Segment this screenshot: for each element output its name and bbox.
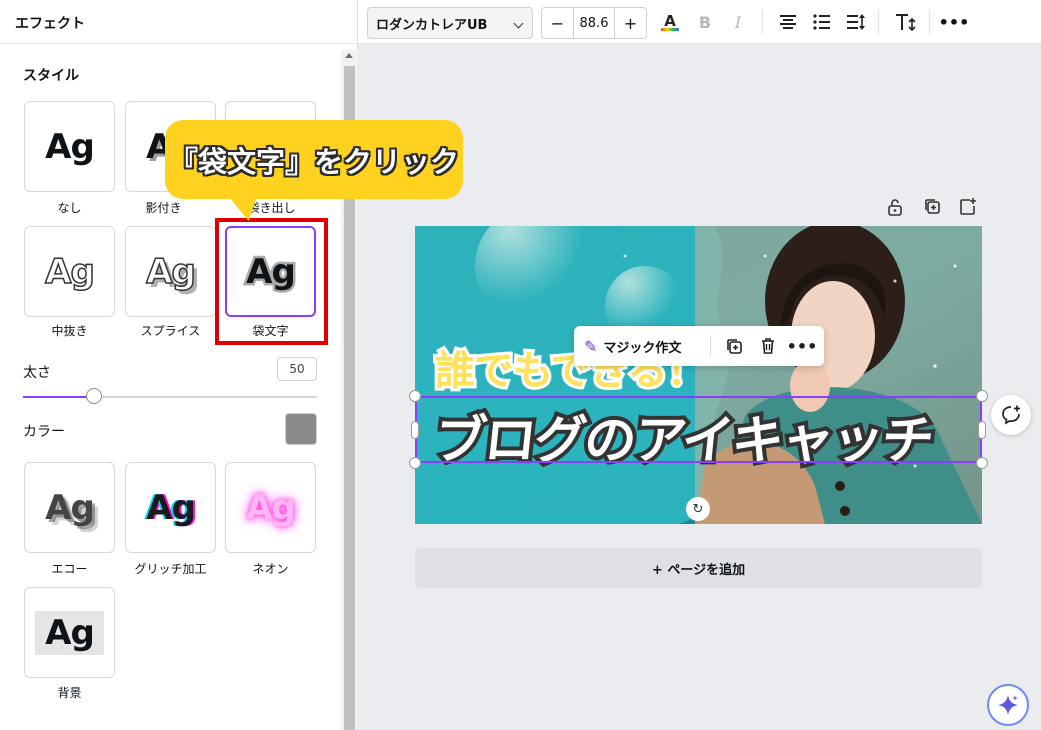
weight-label: 太さ	[23, 365, 51, 381]
style-label-neon: ネオン	[252, 562, 289, 576]
resize-handle-left[interactable]	[411, 421, 419, 439]
duplicate-page-icon[interactable]	[923, 197, 941, 217]
more-icon[interactable]: •••	[787, 334, 818, 358]
list-icon[interactable]	[810, 10, 834, 34]
style-tile-none[interactable]: Ag	[24, 101, 115, 192]
add-page-button[interactable]: + ページを追加	[415, 548, 982, 588]
floating-bar-divider	[710, 335, 711, 357]
style-preview: Ag	[45, 126, 95, 167]
color-swatch[interactable]	[285, 413, 317, 445]
style-preview: Ag	[35, 610, 104, 655]
style-preview: Ag	[45, 487, 95, 528]
text-toolbar: ロダンカトレアUB − 88.6 + A B I •••	[358, 0, 1041, 44]
duplicate-icon[interactable]	[722, 334, 746, 358]
increase-size-button[interactable]: +	[614, 8, 646, 38]
style-label-hollow: 中抜き	[51, 324, 88, 338]
font-name: ロダンカトレアUB	[376, 17, 488, 33]
design-page[interactable]: 誰でもできる！ ブログのアイキャッチ ↻	[415, 226, 982, 524]
style-label-none: なし	[57, 201, 82, 215]
style-tile-background[interactable]: Ag	[24, 587, 115, 678]
style-tile-echo[interactable]: Ag	[24, 462, 115, 553]
svg-text:A: A	[664, 12, 676, 30]
style-tile-glitch[interactable]: Ag	[125, 462, 216, 553]
chevron-down-icon	[513, 18, 524, 29]
style-preview: Ag	[145, 251, 196, 293]
scroll-up-arrow-icon[interactable]	[345, 53, 353, 58]
style-tile-hollow[interactable]: Ag	[24, 226, 115, 317]
font-size-input[interactable]: 88.6	[574, 8, 614, 38]
font-family-select[interactable]: ロダンカトレアUB	[367, 7, 533, 39]
toolbar-divider	[878, 10, 879, 34]
align-center-icon[interactable]	[776, 10, 800, 34]
magic-wand-icon: ✎	[584, 336, 598, 356]
panel-title: エフェクト	[15, 16, 85, 32]
style-tile-splice[interactable]: Ag	[125, 226, 216, 317]
style-label-splice: スプライス	[140, 324, 201, 338]
slider-thumb[interactable]	[85, 388, 102, 404]
text-transform-icon[interactable]	[894, 10, 918, 34]
trash-icon[interactable]	[756, 334, 780, 358]
slider-fill	[23, 396, 94, 398]
weight-input[interactable]: 50	[277, 357, 317, 381]
magic-assistant-icon[interactable]	[987, 684, 1029, 726]
style-preview: Ag	[44, 251, 95, 293]
floating-context-bar: ✎ マジック作文 •••	[574, 326, 824, 366]
instruction-callout: 『袋文字』をクリック	[165, 120, 463, 199]
rotate-icon[interactable]: ↻	[686, 497, 710, 521]
callout-text: 『袋文字』をクリック	[168, 144, 459, 179]
toolbar-divider	[762, 10, 763, 34]
magic-write-button[interactable]: ✎ マジック作文	[584, 326, 681, 366]
resize-handle-top-left[interactable]	[409, 390, 421, 402]
color-label: カラー	[23, 424, 65, 440]
style-label-background: 背景	[57, 686, 82, 700]
style-tile-neon[interactable]: Ag	[225, 462, 316, 553]
style-label-glitch: グリッチ加工	[134, 562, 207, 576]
font-size-control: − 88.6 +	[541, 7, 647, 39]
bold-icon[interactable]: B	[693, 10, 717, 34]
magic-write-label: マジック作文	[603, 340, 682, 356]
line-spacing-icon[interactable]	[844, 10, 868, 34]
lock-icon[interactable]	[886, 197, 904, 217]
highlight-box	[215, 218, 328, 345]
add-page-icon[interactable]	[958, 197, 978, 217]
style-label-shadow: 影付き	[145, 201, 182, 215]
style-preview: Ag	[146, 487, 196, 528]
italic-icon[interactable]: I	[726, 10, 750, 34]
style-label-echo: エコー	[51, 562, 88, 576]
resize-handle-top-right[interactable]	[976, 390, 988, 402]
resize-handle-bottom-left[interactable]	[409, 457, 421, 469]
resize-handle-bottom-right[interactable]	[976, 457, 988, 469]
style-section-title: スタイル	[23, 68, 79, 84]
effects-panel: エフェクト スタイル Ag なし Ag 影付き Ag 袋き出し Ag 中抜き A…	[0, 0, 358, 730]
style-preview: Ag	[246, 487, 296, 528]
resize-handle-right[interactable]	[978, 421, 986, 439]
toolbar-divider	[929, 10, 930, 34]
panel-header: エフェクト	[0, 0, 358, 44]
text-color-icon[interactable]: A	[658, 10, 682, 34]
weight-slider[interactable]	[23, 388, 317, 404]
add-comment-icon[interactable]	[991, 395, 1031, 435]
text-selection-frame[interactable]	[415, 396, 982, 463]
more-icon[interactable]: •••	[939, 10, 970, 34]
decrease-size-button[interactable]: −	[542, 8, 574, 38]
